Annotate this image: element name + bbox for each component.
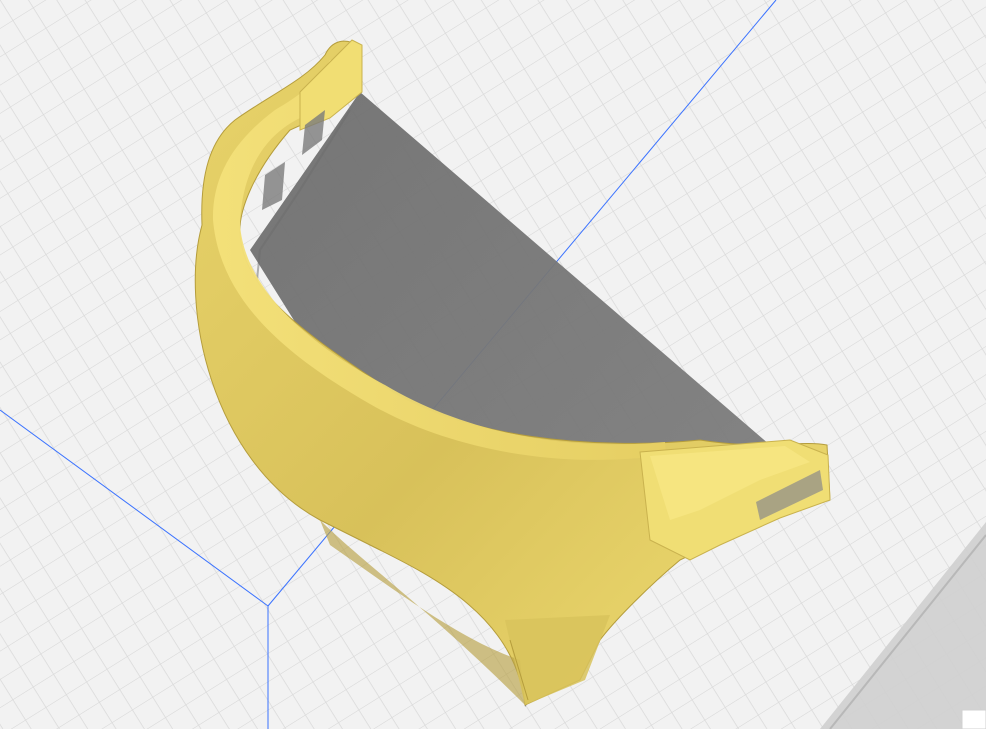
scene-canvas[interactable] [0,0,986,729]
viewport-overlay-chip [961,709,986,729]
3d-viewport[interactable] [0,0,986,729]
